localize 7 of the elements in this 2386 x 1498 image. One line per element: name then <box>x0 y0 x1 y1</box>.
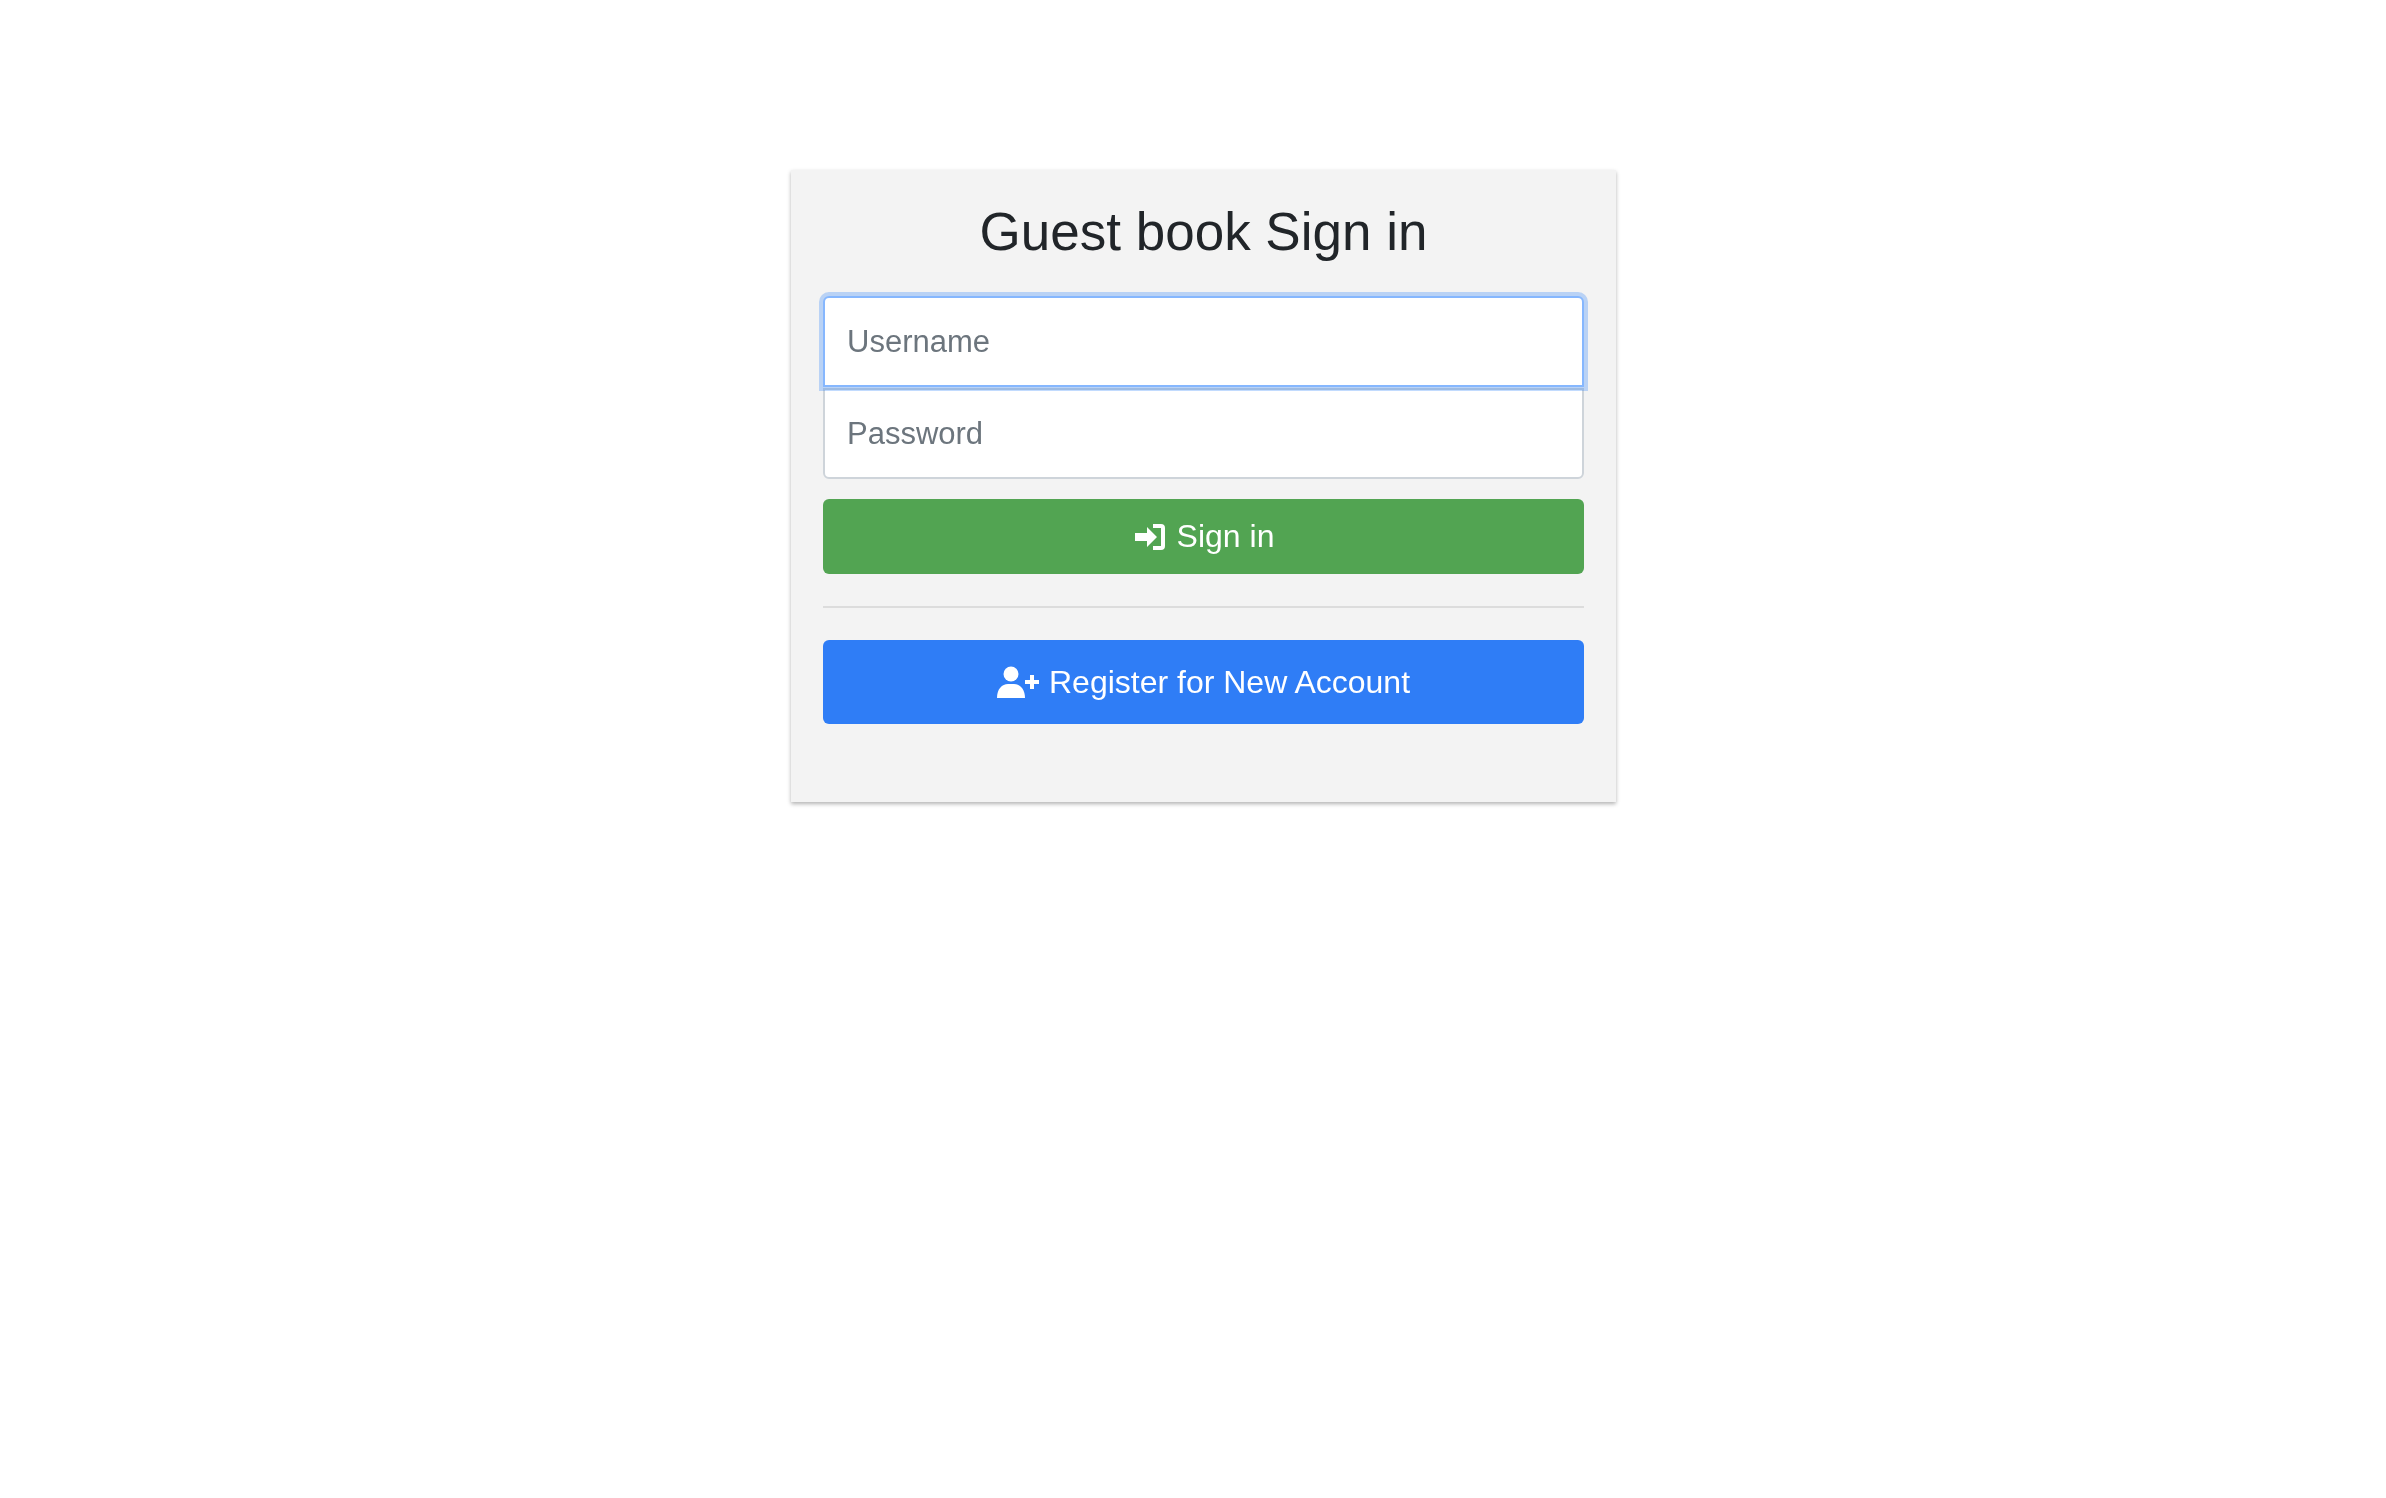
password-field[interactable]: Password <box>823 388 1584 479</box>
add-user-icon <box>996 666 1039 698</box>
username-field[interactable]: Username <box>823 296 1584 387</box>
sign-in-icon <box>1132 521 1167 552</box>
form-title: Guest book Sign in <box>978 201 1429 263</box>
sign-in-button[interactable]: Sign in <box>823 499 1584 574</box>
register-button[interactable]: Register for New Account <box>823 640 1584 724</box>
